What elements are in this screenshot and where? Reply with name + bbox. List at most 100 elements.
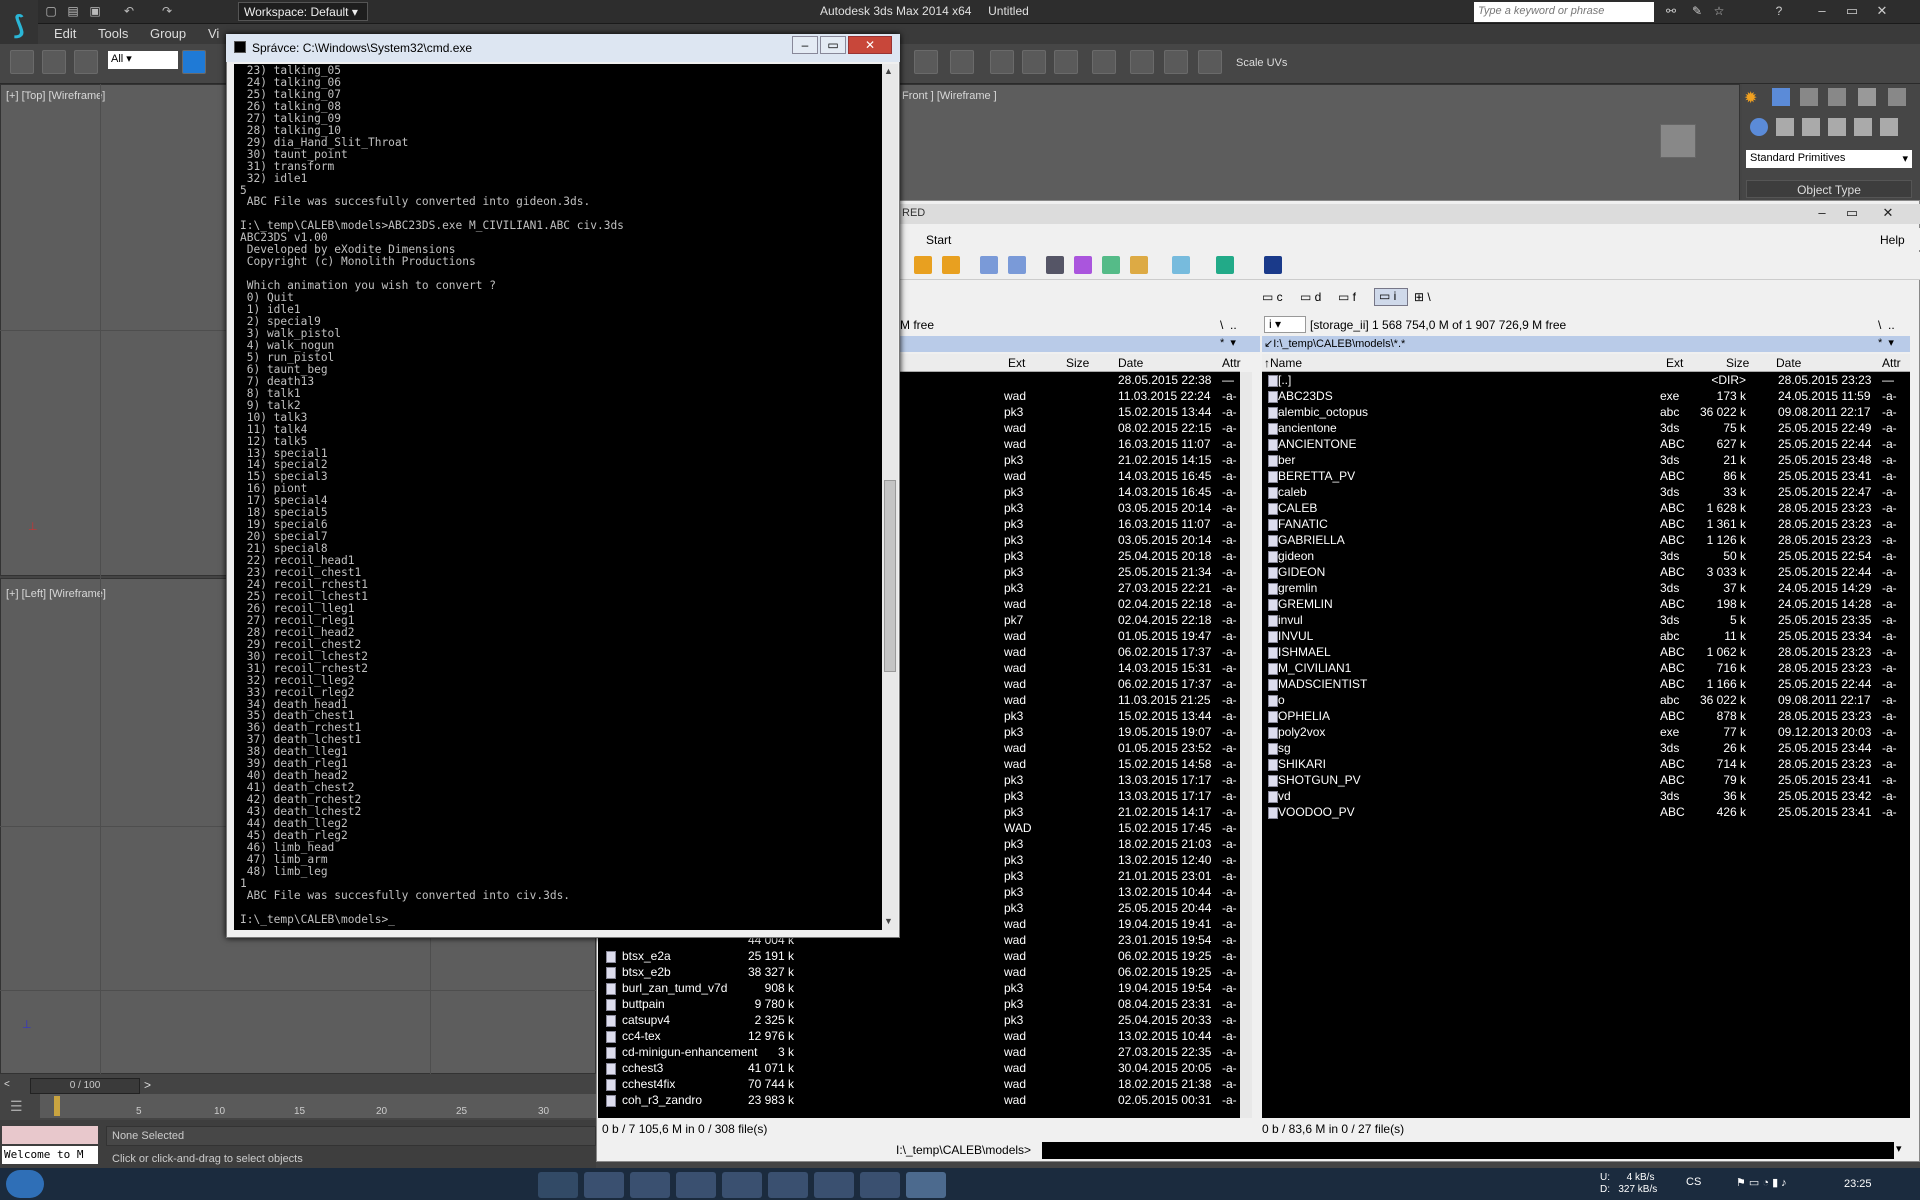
file-row[interactable]: ISHMAEL ABC 1 062 k 28.05.2015 23:23 -a- <box>1262 645 1910 661</box>
select-object-icon[interactable] <box>182 50 206 74</box>
network-icon[interactable]: ⊞ \ <box>1414 290 1431 304</box>
left-history-icon[interactable]: * ▾ <box>1220 336 1236 349</box>
chrome-icon[interactable] <box>630 1172 670 1198</box>
fm-close-button[interactable]: ✕ <box>1876 204 1900 222</box>
mail-icon[interactable] <box>814 1172 854 1198</box>
maximize-button[interactable]: ▭ <box>1840 2 1864 20</box>
align-icon[interactable] <box>914 50 938 74</box>
search-input[interactable]: Type a keyword or phrase <box>1474 2 1654 22</box>
file-row[interactable]: SHIKARI ABC 714 k 28.05.2015 23:23 -a- <box>1262 757 1910 773</box>
modify-tab-icon[interactable] <box>1772 88 1790 106</box>
curve-toggle-icon[interactable]: ☰ <box>10 1098 23 1115</box>
3dsmax-icon[interactable] <box>860 1172 900 1198</box>
taskbar-app-icon[interactable] <box>538 1172 578 1198</box>
selection-filter[interactable]: All ▾ <box>108 51 178 69</box>
right-path-bar[interactable]: ↙I:\_temp\CALEB\models\*.* * ▾ <box>1262 336 1910 352</box>
clock[interactable]: 23:25 <box>1844 1178 1872 1190</box>
file-row[interactable]: caleb 3ds 33 k 25.05.2015 22:47 -a- <box>1262 485 1910 501</box>
file-row[interactable]: alembic_octopus abc 36 022 k 09.08.2011 22:… <box>1262 405 1910 421</box>
file-row[interactable]: GREMLIN ABC 198 k 24.05.2015 14:28 -a- <box>1262 597 1910 613</box>
cmd-console[interactable]: 23) talking_05 24) talking_06 25) talkin… <box>234 64 882 930</box>
scale-uvs-label[interactable]: Scale UVs <box>1236 57 1287 69</box>
scroll-right-icon[interactable]: > <box>144 1078 151 1092</box>
fm-maximize-button[interactable]: ▭ <box>1840 204 1864 222</box>
tray-icons[interactable]: ⚑ ▭ ◔ ▮ ♪ <box>1736 1176 1787 1189</box>
tools-icon[interactable]: ✎ <box>1688 3 1706 19</box>
cmd-maximize-button[interactable]: ▭ <box>820 36 846 54</box>
graphite-icon[interactable] <box>990 50 1014 74</box>
scroll-up-icon[interactable]: ▲ <box>884 66 893 76</box>
right-root-button[interactable]: \ .. <box>1878 318 1895 332</box>
render-icon[interactable] <box>1198 50 1222 74</box>
save-icon[interactable]: ▣ <box>86 3 104 19</box>
curve-editor-icon[interactable] <box>1022 50 1046 74</box>
render-frame-icon[interactable] <box>1164 50 1188 74</box>
file-row[interactable]: BERETTA_PV ABC 86 k 25.05.2015 23:41 -a- <box>1262 469 1910 485</box>
render-setup-icon[interactable] <box>1130 50 1154 74</box>
drive-c[interactable]: ▭ c <box>1262 290 1283 304</box>
file-row[interactable]: [..] <DIR> 28.05.2015 23:23 — <box>1262 373 1910 389</box>
star-icon[interactable]: ☆ <box>1710 3 1728 19</box>
file-row[interactable]: catsupv4 pk3 2 325 k 25.04.2015 20:33 -a- <box>598 1013 1240 1029</box>
ftp-icon[interactable] <box>980 256 998 274</box>
close-button[interactable]: ✕ <box>1870 2 1894 20</box>
file-row[interactable]: ber 3ds 21 k 25.05.2015 23:48 -a- <box>1262 453 1910 469</box>
file-row[interactable]: M_CIVILIAN1 ABC 716 k 28.05.2015 23:23 -a- <box>1262 661 1910 677</box>
col-ext[interactable]: Ext <box>1666 356 1683 370</box>
file-row[interactable]: buttpain pk3 9 780 k 08.04.2015 23:31 -a- <box>598 997 1240 1013</box>
total-commander-icon[interactable] <box>768 1172 808 1198</box>
maxscript-listener[interactable] <box>2 1126 98 1144</box>
file-row[interactable]: coh_r3_zandro wad 23 983 k 02.05.2015 00:31… <box>598 1093 1240 1109</box>
help-icon[interactable]: ? <box>1770 3 1788 19</box>
right-history-icon[interactable]: * ▾ <box>1878 336 1894 349</box>
time-marker[interactable] <box>54 1096 60 1116</box>
file-row[interactable]: gideon 3ds 50 k 25.05.2015 22:54 -a- <box>1262 549 1910 565</box>
notepad-icon[interactable] <box>1172 256 1190 274</box>
col-date[interactable]: Date <box>1776 356 1801 370</box>
left-path-bar[interactable]: * ▾ <box>900 336 1260 352</box>
menu-help[interactable]: Help <box>1880 233 1905 247</box>
link-icon[interactable] <box>10 50 34 74</box>
pack-icon[interactable] <box>914 256 932 274</box>
cmd-taskbar-icon[interactable] <box>906 1172 946 1198</box>
file-row[interactable]: ancientone 3ds 75 k 25.05.2015 22:49 -a- <box>1262 421 1910 437</box>
menu-edit[interactable]: Edit <box>54 26 76 41</box>
sync-icon[interactable] <box>1102 256 1120 274</box>
hierarchy-tab-icon[interactable] <box>1800 88 1818 106</box>
viewport-left-label[interactable]: [+] [Left] [Wireframe] <box>6 588 106 600</box>
utilities-tab-icon[interactable] <box>1888 88 1906 106</box>
scroll-down-icon[interactable]: ▼ <box>884 916 893 926</box>
command-line-input[interactable] <box>1042 1142 1894 1159</box>
spotify-icon[interactable] <box>722 1172 762 1198</box>
file-row[interactable]: cchest3 wad 41 071 k 30.04.2015 20:05 -a- <box>598 1061 1240 1077</box>
file-row[interactable]: INVUL abc 11 k 25.05.2015 23:34 -a- <box>1262 629 1910 645</box>
rename-icon[interactable] <box>1074 256 1092 274</box>
trackbar[interactable] <box>40 1094 596 1118</box>
file-row[interactable]: invul 3ds 5 k 25.05.2015 23:35 -a- <box>1262 613 1910 629</box>
object-type-rollout[interactable]: Object Type <box>1746 180 1912 198</box>
maxscript-mini-listener[interactable]: Welcome to M <box>2 1146 98 1164</box>
file-row[interactable]: vd 3ds 36 k 25.05.2015 23:42 -a- <box>1262 789 1910 805</box>
file-row[interactable]: cc4-tex wad 12 976 k 13.02.2015 10:44 -a- <box>598 1029 1240 1045</box>
right-drive-dropdown[interactable]: i ▾ <box>1264 316 1306 333</box>
cmd-minimize-button[interactable]: – <box>792 36 818 54</box>
viewport-top-label[interactable]: [+] [Top] [Wireframe] <box>6 90 105 102</box>
file-row[interactable]: poly2vox exe 77 k 09.12.2013 20:03 -a- <box>1262 725 1910 741</box>
new-icon[interactable]: ▢ <box>42 3 60 19</box>
col-ext[interactable]: Ext <box>1008 356 1025 370</box>
cmd-scroll-thumb[interactable] <box>884 480 896 672</box>
start-button[interactable] <box>6 1170 44 1198</box>
layer-icon[interactable] <box>950 50 974 74</box>
menu-start[interactable]: Start <box>926 233 951 247</box>
time-slider[interactable]: 0 / 100 <box>30 1078 140 1094</box>
geometry-icon[interactable] <box>1750 118 1768 136</box>
find-icon[interactable] <box>1046 256 1064 274</box>
command-history-icon[interactable]: ▾ <box>1896 1142 1902 1155</box>
display-tab-icon[interactable] <box>1858 88 1876 106</box>
drive-i[interactable]: ▭ i <box>1374 288 1408 306</box>
col-attr[interactable]: Attr <box>1882 356 1901 370</box>
file-row[interactable]: VOODOO_PV ABC 426 k 25.05.2015 23:41 -a- <box>1262 805 1910 821</box>
opera-icon[interactable] <box>676 1172 716 1198</box>
helpers-icon[interactable] <box>1854 118 1872 136</box>
spacewarps-icon[interactable] <box>1880 118 1898 136</box>
